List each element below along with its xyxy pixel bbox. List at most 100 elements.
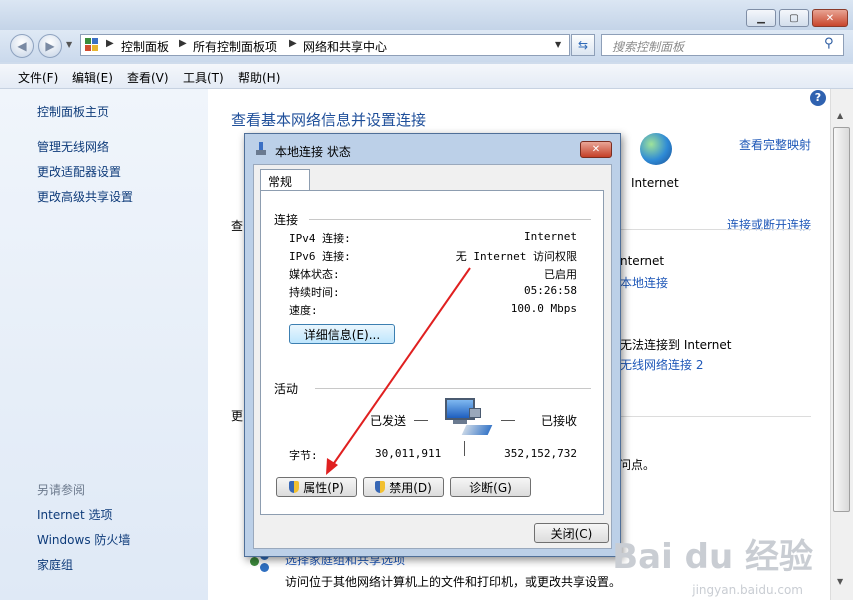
disable-button[interactable]: 禁用(D) (363, 477, 444, 497)
general-tab-pane: 连接 IPv4 连接: Internet IPv6 连接: 无 Internet… (260, 190, 604, 515)
internet-label: Internet (631, 176, 679, 190)
connection-divider (309, 219, 591, 220)
sidebar-item-internet-options[interactable]: Internet 选项 (37, 506, 112, 523)
uac-shield-icon (289, 481, 300, 493)
breadcrumb-control-panel[interactable]: 控制面板 (121, 38, 169, 55)
forward-arrow-icon: ▶ (45, 39, 55, 53)
speed-label: 速度: (289, 304, 318, 317)
uac-shield-icon (375, 481, 386, 493)
speed-value: 100.0 Mbps (510, 302, 577, 315)
sent-label: 已发送 (370, 414, 407, 428)
sidebar-item-windows-firewall[interactable]: Windows 防火墙 (37, 531, 130, 548)
duration-value: 05:26:58 (524, 284, 577, 297)
ipv6-label: IPv6 连接: (289, 250, 351, 263)
sent-line (414, 420, 428, 421)
back-button[interactable]: ◀ (10, 34, 34, 58)
media-state-label: 媒体状态: (289, 268, 340, 281)
network-adapter-icon (256, 142, 266, 156)
baidu-watermark-url: jingyan.baidu.com (692, 583, 803, 597)
internet-globe-icon (640, 133, 672, 165)
left-navigation-pane: 控制面板主页 管理无线网络 更改适配器设置 更改高级共享设置 另请参阅 Inte… (0, 89, 208, 600)
breadcrumb-network-center[interactable]: 网络和共享中心 (303, 38, 387, 55)
search-box[interactable]: 搜索控制面板 ⚲ (601, 34, 844, 56)
close-icon: ✕ (825, 12, 835, 24)
dialog-body: 常规 连接 IPv4 连接: Internet IPv6 连接: 无 Inter… (253, 164, 612, 549)
dialog-title: 本地连接 状态 (275, 145, 351, 159)
ipv4-value: Internet (524, 230, 577, 243)
section-divider-2 (621, 416, 811, 417)
search-icon[interactable]: ⚲ (824, 36, 834, 51)
menu-bar: 文件(F) 编辑(E) 查看(V) 工具(T) 帮助(H) (0, 64, 853, 89)
refresh-icon: ⇆ (577, 38, 589, 52)
activity-divider (315, 388, 591, 389)
received-line (501, 420, 515, 421)
access-type-partial: nternet (620, 254, 665, 268)
menu-tools[interactable]: 工具(T) (183, 69, 224, 86)
sidebar-item-advanced-sharing[interactable]: 更改高级共享设置 (37, 188, 133, 205)
scroll-up-icon[interactable]: ▲ (837, 111, 843, 120)
address-dropdown-icon[interactable]: ▼ (555, 40, 561, 49)
tab-general[interactable]: 常规 (260, 169, 310, 191)
maximize-button[interactable]: ▢ (779, 9, 809, 27)
sidebar-item-homegroup[interactable]: 家庭组 (37, 556, 73, 573)
homegroup-description: 访问位于其他网络计算机上的文件和打印机，或更改共享设置。 (285, 575, 622, 589)
sidebar-item-adapter-settings[interactable]: 更改适配器设置 (37, 163, 121, 180)
breadcrumb-separator-icon: ▶ (289, 38, 297, 49)
refresh-button[interactable]: ⇆ (571, 34, 595, 56)
properties-button[interactable]: 属性(P) (276, 477, 357, 497)
ipv4-label: IPv4 连接: (289, 232, 351, 245)
control-panel-icon (85, 38, 99, 52)
close-button[interactable]: ✕ (812, 9, 848, 27)
vertical-scrollbar[interactable]: ▲ ▼ (830, 89, 853, 600)
see-also-header: 另请参阅 (37, 483, 86, 497)
close-icon: ✕ (591, 144, 601, 155)
network-cable-icon (461, 425, 493, 435)
dialog-close-button[interactable]: ✕ (580, 141, 612, 158)
duration-label: 持续时间: (289, 286, 340, 299)
connect-disconnect-link[interactable]: 连接或断开连接 (727, 216, 811, 233)
sidebar-item-control-panel-home[interactable]: 控制面板主页 (37, 103, 109, 120)
local-connection-link[interactable]: 本地连接 (620, 274, 668, 291)
minimize-button[interactable]: ▁ (746, 9, 776, 27)
disable-button-label: 禁用(D) (389, 480, 432, 495)
minimize-icon: ▁ (757, 12, 765, 24)
menu-edit[interactable]: 编辑(E) (72, 69, 113, 86)
maximize-icon: ▢ (789, 12, 799, 24)
details-button[interactable]: 详细信息(E)... (289, 324, 395, 344)
page-title: 查看基本网络信息并设置连接 (231, 111, 427, 129)
wireless-connection-2-link[interactable]: 无线网络连接 2 (620, 356, 703, 373)
bytes-sent-value: 30,011,911 (375, 447, 442, 460)
breadcrumb-all-items[interactable]: 所有控制面板项 (193, 38, 277, 55)
breadcrumb-separator-icon: ▶ (179, 38, 187, 49)
baidu-watermark: Bai du 经验 (612, 537, 813, 577)
connection-header: 连接 (274, 213, 299, 227)
local-connection-status-dialog: 本地连接 状态 ✕ 常规 连接 IPv4 连接: Internet IPv6 连… (244, 133, 621, 557)
forward-button[interactable]: ▶ (38, 34, 62, 58)
received-label: 已接收 (541, 414, 578, 428)
recent-pages-chevron-icon[interactable]: ▼ (66, 40, 72, 49)
search-input[interactable]: 搜索控制面板 (612, 38, 684, 55)
dialog-close-action-button[interactable]: 关闭(C) (534, 523, 609, 543)
help-icon[interactable]: ? (810, 90, 826, 106)
partial-text-point: 问点。 (619, 458, 656, 472)
diagnose-button[interactable]: 诊断(G) (450, 477, 531, 497)
scrollbar-thumb[interactable] (833, 127, 850, 512)
back-arrow-icon: ◀ (17, 39, 27, 53)
properties-button-label: 属性(P) (303, 480, 344, 495)
network-computers-icon (445, 398, 481, 426)
activity-divider-vertical (464, 441, 465, 456)
section-partial-text-2: 更 (231, 409, 244, 423)
menu-help[interactable]: 帮助(H) (238, 69, 280, 86)
view-full-map-link[interactable]: 查看完整映射 (739, 136, 811, 153)
menu-view[interactable]: 查看(V) (127, 69, 169, 86)
scroll-down-icon[interactable]: ▼ (837, 577, 843, 586)
bytes-label: 字节: (289, 449, 318, 462)
address-bar[interactable]: ▶ 控制面板 ▶ 所有控制面板项 ▶ 网络和共享中心 ▼ (80, 34, 570, 56)
activity-header: 活动 (274, 382, 299, 396)
sidebar-item-manage-wireless[interactable]: 管理无线网络 (37, 138, 109, 155)
section-partial-text: 查 (231, 219, 244, 233)
menu-file[interactable]: 文件(F) (18, 69, 58, 86)
bytes-received-value: 352,152,732 (504, 447, 577, 460)
media-state-value: 已启用 (544, 268, 577, 281)
no-internet-text: 无法连接到 Internet (620, 338, 732, 352)
